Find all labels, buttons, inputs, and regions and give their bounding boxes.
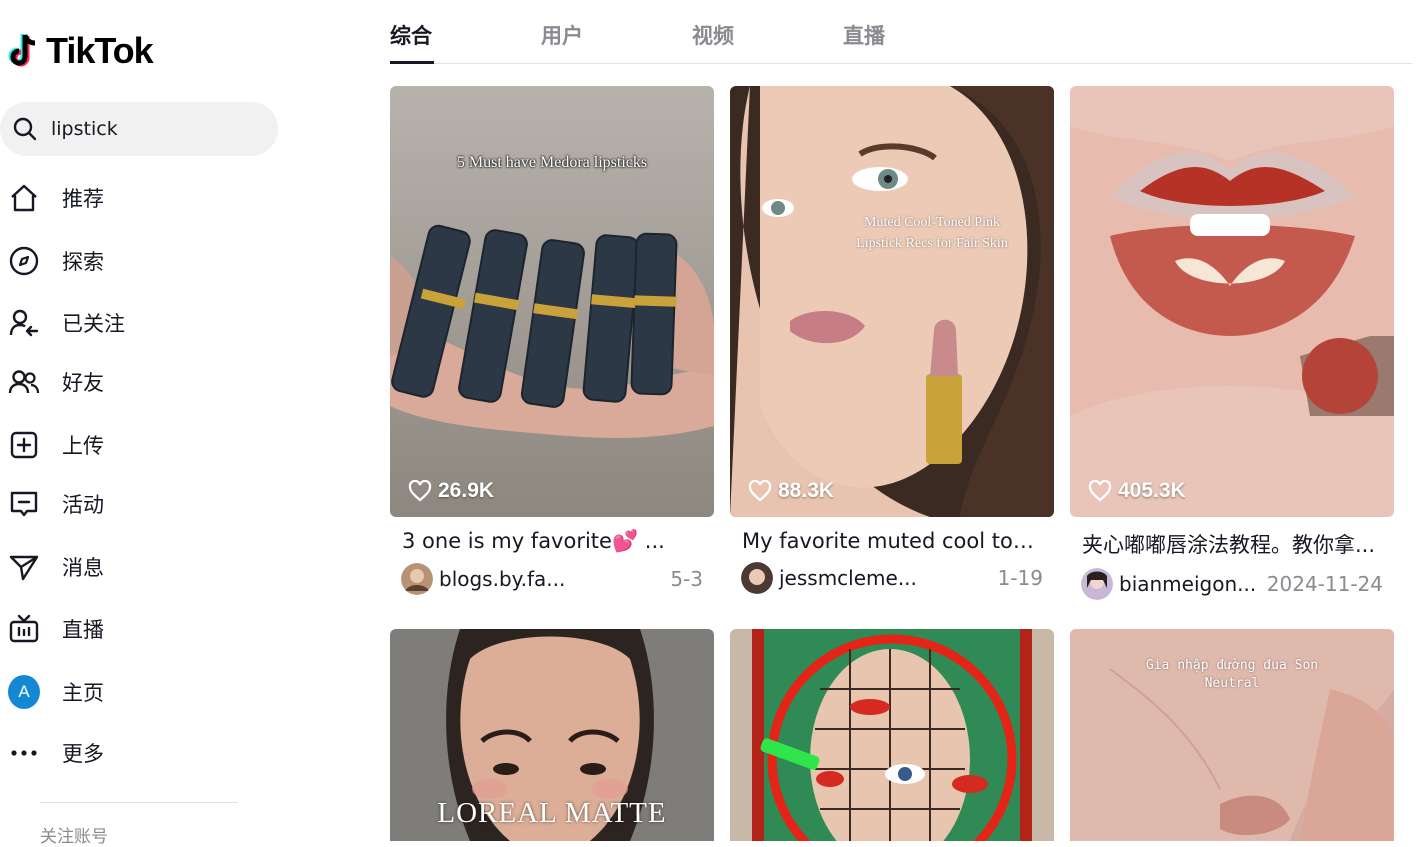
nav-item-foryou[interactable]: 推荐 [8, 178, 104, 218]
nav-item-activity[interactable]: 活动 [8, 484, 104, 524]
video-thumbnail[interactable]: Gia nhập đường đua Son Neutral [1070, 629, 1394, 841]
video-caption[interactable]: 夹心嘟嘟唇涂法教程。教你拿... [1070, 529, 1380, 559]
compass-icon [8, 245, 40, 277]
home-icon [8, 182, 40, 214]
thumbnail-overlay-text: LOREAL MATTE [437, 797, 667, 829]
tab-videos[interactable]: 视频 [692, 20, 734, 50]
like-count-value: 88.3K [778, 479, 835, 502]
upload-icon [8, 429, 40, 461]
sidebar-divider [40, 802, 238, 803]
like-count: 26.9K [408, 479, 494, 503]
video-thumbnail[interactable]: Muted Cool-Toned Pink Lipstick Recs for … [730, 86, 1054, 517]
video-card[interactable]: 5 Must have Medora lipsticks 26.9K 3 one… [390, 86, 714, 596]
thumbnail-image [730, 86, 1054, 517]
nav-item-messages[interactable]: 消息 [8, 547, 104, 587]
nav-label: 直播 [62, 618, 104, 642]
video-card[interactable]: LOREAL MATTE [390, 629, 714, 841]
nav-label: 主页 [62, 681, 104, 705]
video-thumbnail[interactable]: LOREAL MATTE [390, 629, 714, 841]
nav-item-following[interactable]: 已关注 [8, 303, 125, 343]
thumbnail-overlay-text: Gia nhập đường đua Son Neutral [1145, 658, 1319, 691]
like-count: 405.3K [1088, 479, 1186, 503]
video-thumbnail[interactable] [730, 629, 1054, 841]
friends-icon [8, 366, 40, 398]
like-count: 88.3K [748, 479, 834, 503]
heart-icon [408, 480, 432, 502]
video-thumbnail[interactable]: 405.3K [1070, 86, 1394, 517]
tab-users[interactable]: 用户 [541, 20, 583, 50]
nav-label: 推荐 [62, 187, 104, 211]
post-date: 5-3 [670, 567, 703, 591]
post-date: 1-19 [997, 566, 1043, 590]
heart-icon [1088, 480, 1112, 502]
thumbnail-image [730, 629, 1054, 841]
nav-label: 已关注 [62, 312, 125, 336]
tiktok-logo-icon [8, 34, 36, 67]
nav-item-more[interactable]: 更多 [8, 733, 104, 773]
nav-item-profile[interactable]: A 主页 [8, 672, 104, 712]
nav-label: 上传 [62, 434, 104, 458]
following-icon [8, 307, 40, 339]
nav-label: 探索 [62, 250, 104, 274]
nav-item-live[interactable]: 直播 [8, 609, 104, 649]
video-caption[interactable]: 3 one is my favorite💕 ... [390, 529, 700, 554]
search-input[interactable] [51, 118, 251, 140]
search-icon [13, 117, 37, 141]
author-name[interactable]: blogs.by.fa... [439, 567, 565, 591]
heart-icon [748, 480, 772, 502]
thumbnail-image [1070, 86, 1394, 517]
nav-item-friends[interactable]: 好友 [8, 362, 104, 402]
thumbnail-image [390, 86, 714, 517]
like-count-value: 26.9K [438, 479, 495, 502]
video-meta: bianmeigon... 2024-11-24 [1070, 567, 1394, 601]
author-avatar[interactable] [401, 563, 433, 595]
like-count-value: 405.3K [1118, 479, 1186, 502]
nav-label: 活动 [62, 493, 104, 517]
thumbnail-overlay-text: 5 Must have Medora lipsticks [456, 154, 648, 171]
nav-label: 好友 [62, 371, 104, 395]
nav-item-explore[interactable]: 探索 [8, 241, 104, 281]
author-avatar[interactable] [1081, 568, 1113, 600]
search-bar[interactable] [0, 102, 278, 156]
author-name[interactable]: bianmeigon... [1119, 572, 1256, 596]
author-name[interactable]: jessmcleme... [779, 566, 917, 590]
nav-label: 消息 [62, 556, 104, 580]
video-meta: jessmcleme... 1-19 [730, 561, 1054, 595]
tab-top[interactable]: 综合 [390, 20, 432, 50]
search-tabs: 综合 用户 视频 直播 [390, 0, 1412, 64]
nav-label: 更多 [62, 742, 104, 766]
tab-live[interactable]: 直播 [843, 20, 885, 50]
video-card[interactable]: Gia nhập đường đua Son Neutral [1070, 629, 1394, 841]
nav-item-upload[interactable]: 上传 [8, 425, 104, 465]
profile-avatar-wrap: A [8, 675, 40, 709]
tiktok-logo[interactable]: TikTok [8, 30, 154, 72]
messages-icon [8, 551, 40, 583]
video-thumbnail[interactable]: 5 Must have Medora lipsticks 26.9K [390, 86, 714, 517]
more-icon [8, 737, 40, 769]
following-accounts-title: 关注账号 [40, 827, 108, 847]
author-avatar[interactable] [741, 562, 773, 594]
live-icon [8, 613, 40, 645]
logo-text: TikTok [46, 30, 154, 71]
thumbnail-overlay-text: Muted Cool-Toned Pink Lipstick Recs for … [856, 215, 1008, 251]
active-tab-indicator [390, 61, 434, 64]
video-caption[interactable]: My favorite muted cool tone... [730, 529, 1040, 553]
video-card[interactable]: Muted Cool-Toned Pink Lipstick Recs for … [730, 86, 1054, 595]
profile-avatar: A [8, 675, 40, 709]
video-card[interactable] [730, 629, 1054, 841]
video-card[interactable]: 405.3K 夹心嘟嘟唇涂法教程。教你拿... bianmeigon... 20… [1070, 86, 1394, 601]
post-date: 2024-11-24 [1266, 572, 1383, 596]
sidebar: TikTok 推荐 探索 已关注 好友 上传 [0, 0, 300, 847]
video-meta: blogs.by.fa... 5-3 [390, 562, 714, 596]
activity-icon [8, 488, 40, 520]
